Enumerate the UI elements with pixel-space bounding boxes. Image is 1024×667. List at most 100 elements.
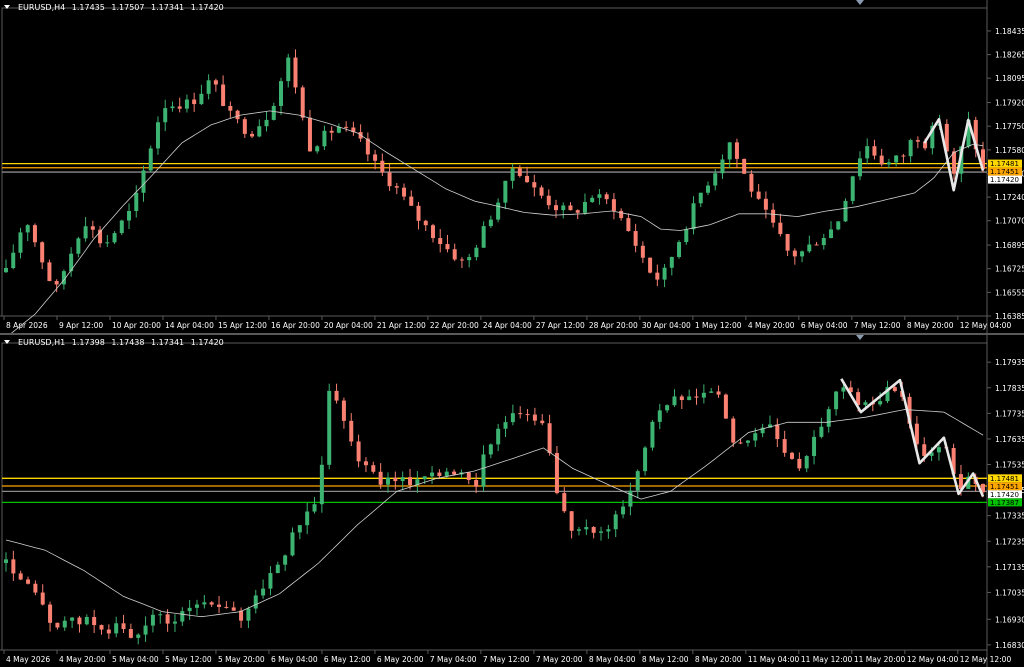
bear-candle bbox=[373, 154, 378, 161]
bear-candle bbox=[235, 110, 240, 120]
bull-candle bbox=[628, 490, 633, 507]
y-tick-label: 1.16385 bbox=[995, 312, 1024, 321]
bear-candle bbox=[209, 602, 214, 605]
x-tick-label: 20 Apr 04:00 bbox=[324, 321, 373, 330]
candlestick-chart-h4[interactable]: 1.18435 1.18265 1.18095 1.17920 1.17750 1.175… bbox=[0, 0, 1024, 333]
bear-candle bbox=[300, 87, 305, 118]
bull-candle bbox=[834, 391, 839, 410]
bear-candle bbox=[221, 84, 226, 106]
bear-candle bbox=[532, 414, 537, 421]
bull-candle bbox=[467, 257, 472, 261]
y-tick-label: 1.18435 bbox=[995, 27, 1024, 36]
bull-candle bbox=[503, 180, 508, 203]
x-tick-label: 12 May 12:00 bbox=[960, 655, 1012, 664]
bull-candle bbox=[283, 555, 288, 565]
bear-candle bbox=[785, 234, 790, 251]
bear-candle bbox=[344, 126, 349, 128]
bull-candle bbox=[672, 396, 677, 406]
candlestick-chart-h1[interactable]: 1.17935 1.17835 1.17735 1.17635 1.17535 1.174… bbox=[0, 335, 1024, 667]
bull-candle bbox=[400, 477, 405, 482]
bear-candle bbox=[177, 106, 182, 109]
bear-candle bbox=[892, 387, 897, 392]
bear-candle bbox=[430, 225, 435, 239]
x-tick-label: 11 May 20:00 bbox=[854, 655, 906, 664]
bull-candle bbox=[148, 148, 153, 171]
candles-group bbox=[4, 49, 985, 293]
bull-candle bbox=[936, 447, 941, 453]
bear-candle bbox=[438, 238, 443, 245]
x-tick-label: 9 Apr 12:00 bbox=[59, 321, 103, 330]
bear-candle bbox=[92, 616, 97, 626]
bear-candle bbox=[749, 173, 754, 192]
bear-candle bbox=[782, 439, 787, 453]
bear-candle bbox=[554, 452, 559, 494]
plot-frame bbox=[1, 342, 988, 651]
bear-candle bbox=[55, 622, 60, 628]
bull-candle bbox=[584, 527, 589, 530]
bull-candle bbox=[297, 525, 302, 533]
bull-candle bbox=[180, 611, 185, 622]
x-tick-label: 16 Apr 20:00 bbox=[271, 321, 320, 330]
y-tick-label: 1.16725 bbox=[995, 265, 1024, 274]
bull-candle bbox=[305, 511, 310, 526]
bear-candle bbox=[394, 186, 399, 188]
bull-candle bbox=[150, 614, 155, 626]
bull-candle bbox=[908, 140, 913, 157]
x-tick-label: 5 May 20:00 bbox=[218, 655, 265, 664]
chart-header-h1: EURUSD,H1 1.17398 1.17438 1.17341 1.1742… bbox=[4, 338, 224, 348]
bull-candle bbox=[599, 531, 604, 533]
bear-candle bbox=[90, 226, 95, 230]
bull-candle bbox=[488, 444, 493, 455]
chart-window-h1[interactable]: 1.17935 1.17835 1.17735 1.17635 1.17535 1.174… bbox=[0, 335, 1024, 667]
symbol-label: EURUSD,H4 bbox=[18, 3, 66, 12]
bear-candle bbox=[775, 424, 780, 440]
x-tick-label: 1 May 12:00 bbox=[695, 321, 742, 330]
bear-candle bbox=[106, 629, 111, 634]
price-label: 1.17451 bbox=[990, 168, 1019, 176]
chart-shift-icon[interactable] bbox=[856, 335, 864, 340]
x-tick-label: 4 May 20:00 bbox=[59, 655, 106, 664]
x-tick-label: 11 May 12:00 bbox=[801, 655, 853, 664]
dropdown-triangle-icon[interactable] bbox=[4, 5, 10, 9]
bull-candle bbox=[172, 621, 177, 624]
x-tick-label: 15 Apr 12:00 bbox=[218, 321, 267, 330]
bear-candle bbox=[402, 187, 407, 197]
bull-candle bbox=[701, 392, 706, 398]
dropdown-triangle-icon[interactable] bbox=[4, 340, 10, 344]
bull-candle bbox=[698, 192, 703, 204]
bull-candle bbox=[745, 440, 750, 443]
y-tick-label: 1.17335 bbox=[995, 512, 1024, 521]
x-tick-label: 5 May 04:00 bbox=[112, 655, 159, 664]
bear-candle bbox=[47, 262, 52, 282]
bear-candle bbox=[915, 140, 920, 142]
x-tick-label: 7 May 20:00 bbox=[536, 655, 583, 664]
bear-candle bbox=[250, 133, 255, 137]
chart-window-h4[interactable]: 1.18435 1.18265 1.18095 1.17920 1.17750 1.175… bbox=[0, 0, 1024, 333]
bull-candle bbox=[194, 604, 199, 608]
bear-candle bbox=[121, 623, 126, 630]
y-tick-label: 1.17635 bbox=[995, 435, 1024, 444]
bear-candle bbox=[539, 187, 544, 196]
bull-candle bbox=[643, 447, 648, 472]
bear-candle bbox=[626, 218, 631, 232]
chart-shift-icon[interactable] bbox=[856, 0, 864, 5]
symbol-label: EURUSD,H1 bbox=[18, 338, 66, 347]
bear-candle bbox=[872, 146, 877, 156]
price-label: 1.17420 bbox=[990, 491, 1019, 499]
x-tick-label: 24 Apr 04:00 bbox=[483, 321, 532, 330]
bull-candle bbox=[430, 472, 435, 477]
bear-candle bbox=[575, 210, 580, 213]
x-tick-label: 6 May 04:00 bbox=[271, 655, 318, 664]
bear-candle bbox=[387, 172, 392, 187]
y-tick-label: 1.17735 bbox=[995, 409, 1024, 418]
x-tick-label: 28 Apr 20:00 bbox=[589, 321, 638, 330]
bull-candle bbox=[286, 57, 291, 82]
x-tick-label: 11 May 04:00 bbox=[748, 655, 800, 664]
bull-candle bbox=[635, 471, 640, 491]
bull-candle bbox=[510, 168, 515, 181]
y-tick-label: 1.17750 bbox=[995, 122, 1024, 131]
bull-candle bbox=[800, 251, 805, 257]
bear-candle bbox=[393, 477, 398, 482]
bull-candle bbox=[621, 506, 626, 515]
bear-candle bbox=[611, 199, 616, 211]
